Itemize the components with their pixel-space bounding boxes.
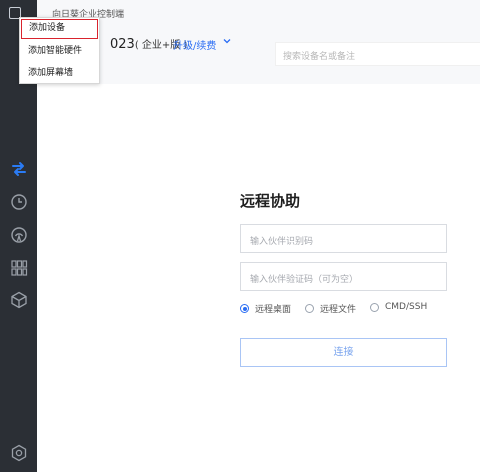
settings-hexagon-icon[interactable] bbox=[8, 442, 29, 463]
radio-label: CMD/SSH bbox=[385, 302, 428, 312]
upgrade-link[interactable]: 升级/续费 bbox=[173, 37, 216, 52]
page-title: 远程协助 bbox=[240, 192, 301, 210]
radio-unselected-icon bbox=[370, 302, 379, 312]
radio-remote-file[interactable]: 远程文件 bbox=[305, 302, 356, 315]
radio-remote-desktop[interactable]: 远程桌面 bbox=[240, 302, 291, 315]
chevron-down-icon[interactable] bbox=[222, 36, 232, 46]
radio-label: 远程文件 bbox=[320, 305, 357, 315]
radio-cmd-ssh[interactable]: CMD/SSH bbox=[370, 302, 427, 312]
connect-button[interactable]: 连接 bbox=[240, 338, 447, 367]
partner-id-field[interactable]: 输入伙伴识别码 bbox=[240, 224, 447, 253]
add-dropdown-menu: 添加设备 添加智能硬件 添加屏幕墙 bbox=[19, 17, 100, 84]
apps-grid-icon[interactable] bbox=[8, 257, 29, 278]
cube-icon[interactable] bbox=[8, 289, 29, 310]
menu-item-add-screen-wall[interactable]: 添加屏幕墙 bbox=[21, 63, 98, 83]
history-clock-icon[interactable] bbox=[8, 191, 29, 212]
search-input[interactable]: 搜索设备名或备注 bbox=[275, 42, 480, 66]
menu-item-add-smart-hardware[interactable]: 添加智能硬件 bbox=[21, 41, 98, 61]
wireless-icon[interactable] bbox=[8, 224, 29, 245]
radio-label: 远程桌面 bbox=[255, 305, 292, 315]
version-number: 023 bbox=[110, 37, 135, 52]
menu-item-add-device[interactable]: 添加设备 bbox=[21, 19, 98, 39]
radio-unselected-icon bbox=[305, 304, 314, 313]
remote-control-icon[interactable] bbox=[8, 158, 29, 179]
radio-selected-icon bbox=[240, 304, 249, 313]
verify-code-field[interactable]: 输入伙伴验证码（可为空） bbox=[240, 262, 447, 291]
